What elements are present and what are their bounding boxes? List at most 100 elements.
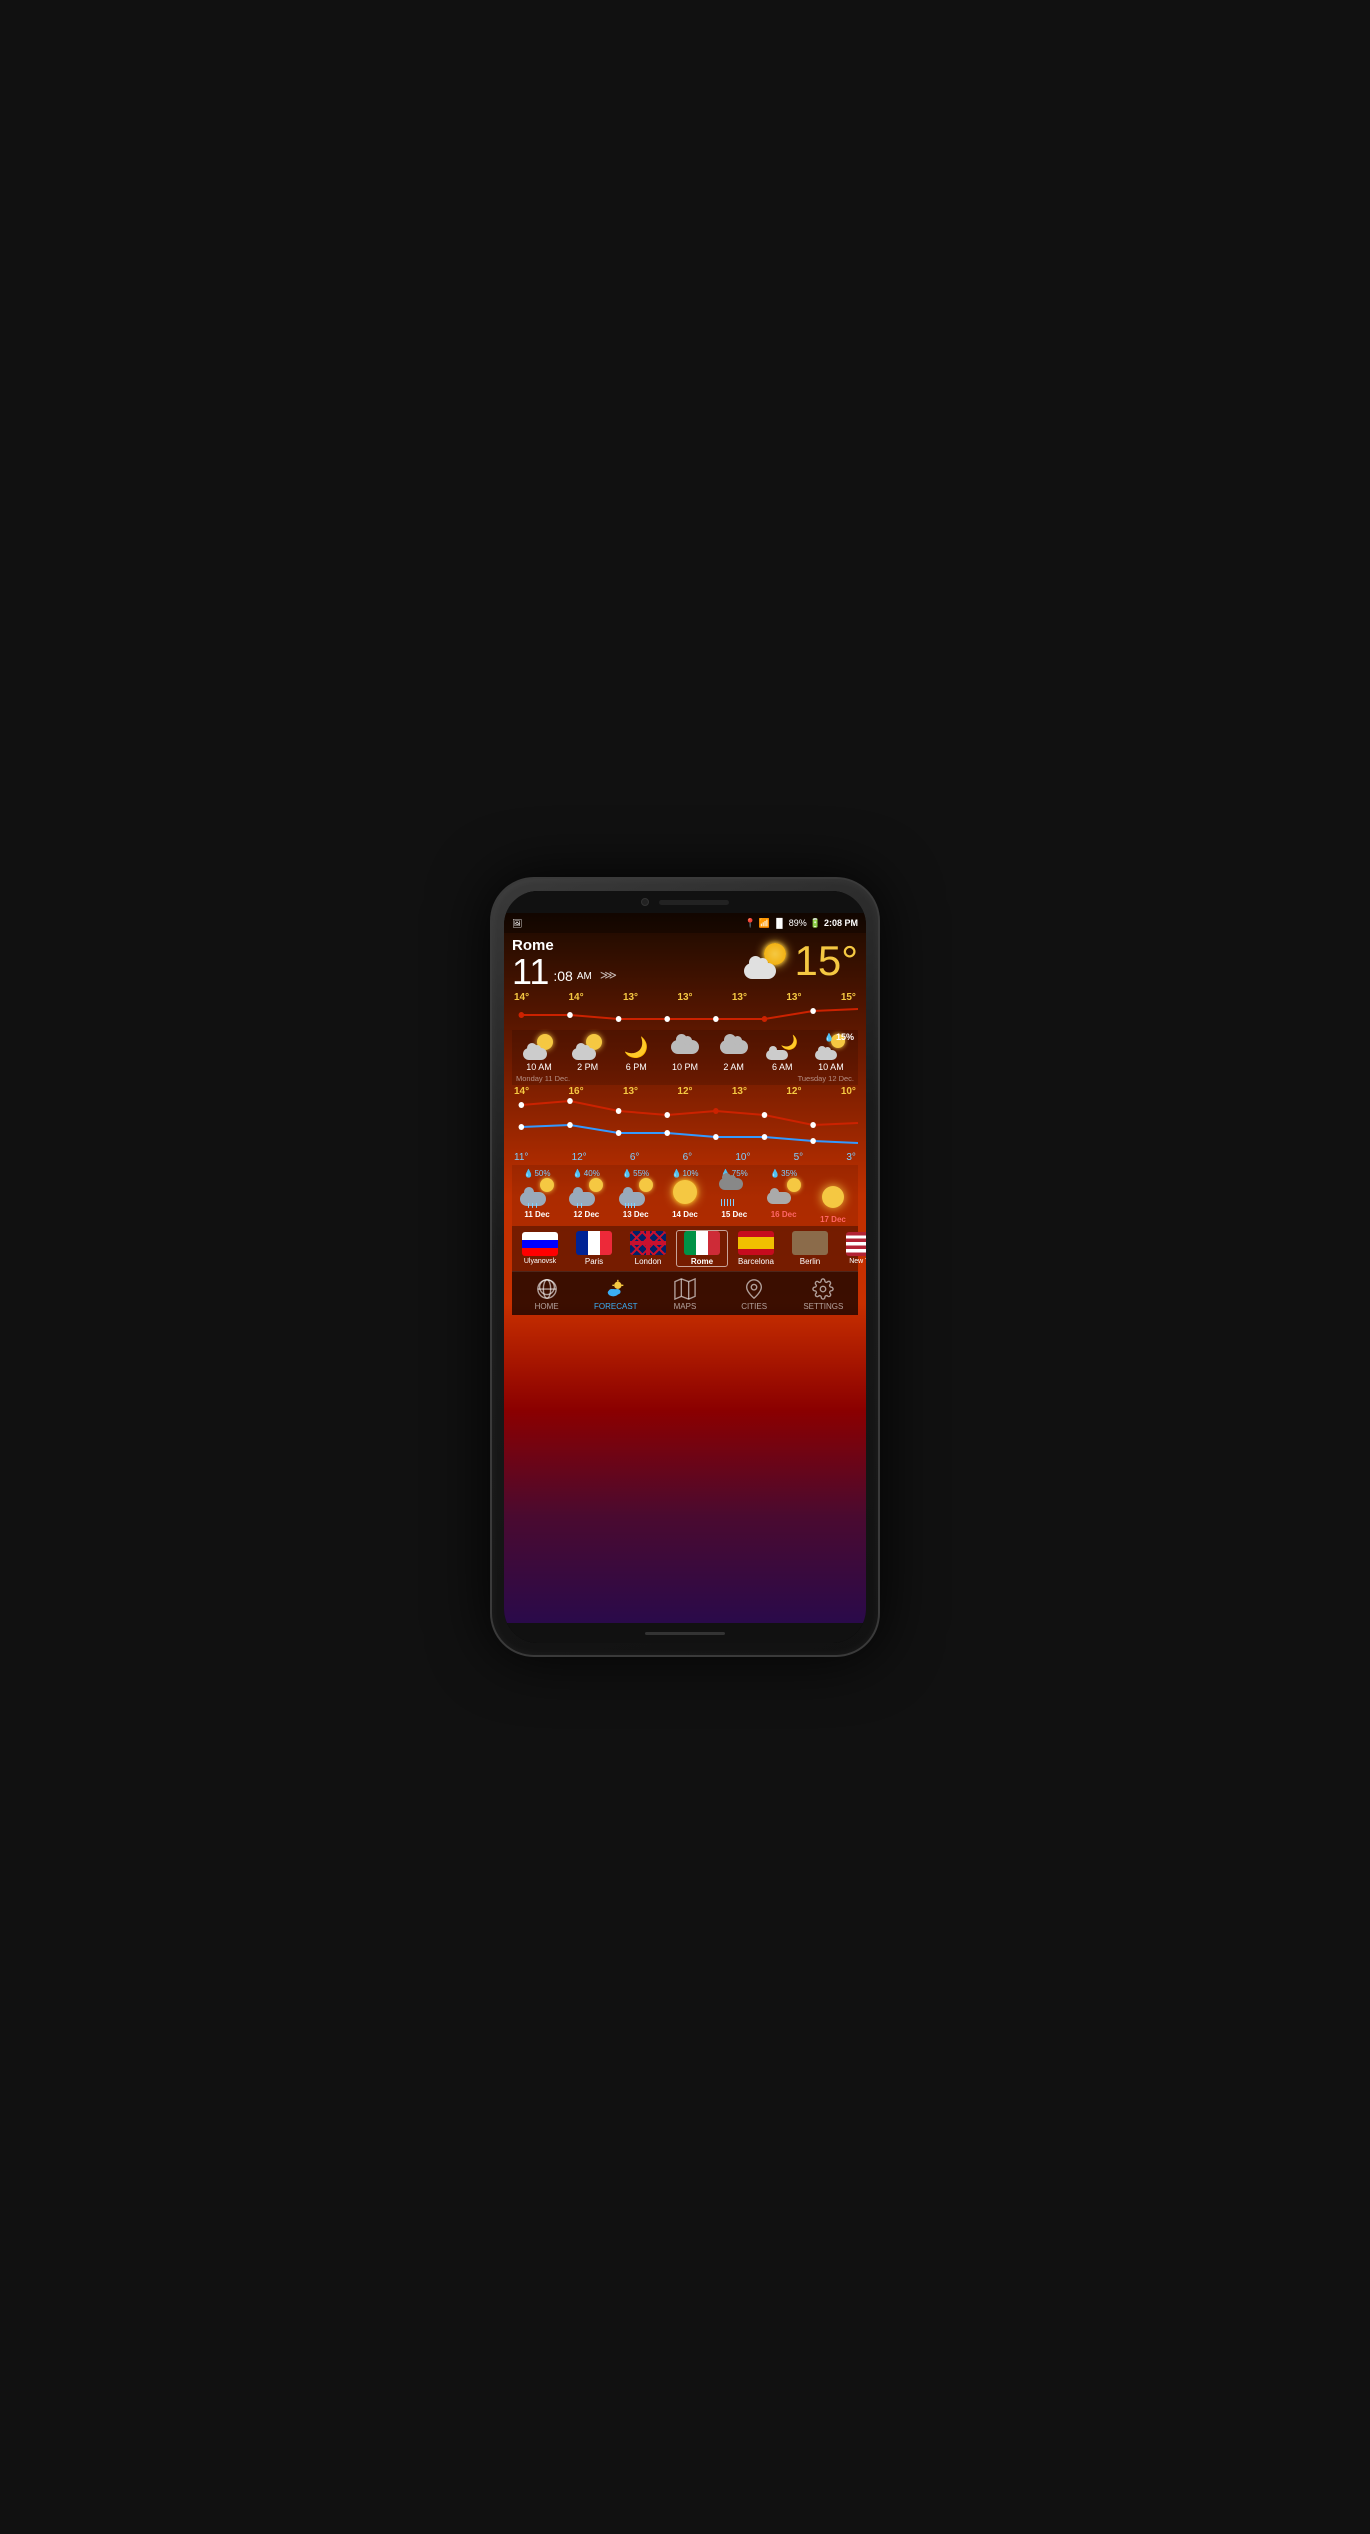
- city-label-ulyanovsk: Ulyanovsk: [524, 1258, 556, 1265]
- cloud-shape2: [720, 1040, 748, 1054]
- city-newyork[interactable]: New York: [838, 1232, 866, 1265]
- camera: [641, 898, 649, 906]
- city-time-section: Rome 11 :08 AM ⋙: [512, 937, 617, 990]
- rl3: [536, 1203, 537, 1208]
- cloud-15: [719, 1178, 743, 1190]
- cloud: [523, 1048, 547, 1060]
- rh2: [724, 1199, 725, 1206]
- uk-v: [646, 1231, 650, 1255]
- battery-icon: 🔋: [810, 918, 821, 929]
- date-13dec: 13 Dec: [623, 1210, 649, 1219]
- cloud: [572, 1048, 596, 1060]
- nav-cities[interactable]: CITIES: [728, 1278, 780, 1311]
- sun-d3: [639, 1178, 653, 1192]
- date-16dec: 16 Dec: [771, 1210, 797, 1219]
- cb5: [728, 1175, 736, 1183]
- rh4: [730, 1199, 731, 1206]
- icon-moon: 🌙: [620, 1034, 652, 1060]
- nav-forecast[interactable]: FORECAST: [590, 1278, 642, 1311]
- flag-france: [576, 1231, 612, 1255]
- city-berlin[interactable]: Berlin: [784, 1231, 836, 1266]
- cities-icon: [743, 1278, 765, 1300]
- phone-screen: 🖼 📍 📶 ▐▌ 89% 🔋 2:08 PM Rome: [504, 891, 866, 1643]
- rl8: [631, 1203, 632, 1208]
- city-paris[interactable]: Paris: [568, 1231, 620, 1266]
- dual-temp-graph: 14° 16° 13° 12° 13° 12° 10°: [512, 1086, 858, 1163]
- city-label-paris: Paris: [585, 1257, 603, 1266]
- home-indicator: [645, 1632, 725, 1635]
- time-row: 11 :08 AM ⋙: [512, 954, 617, 990]
- hourly-item-6pm: 🌙 6 PM: [613, 1034, 659, 1072]
- wifi-icon: 📶: [759, 918, 770, 929]
- flag-berlin: [792, 1231, 828, 1255]
- cloud-bump2: [582, 1045, 590, 1053]
- rl2: [532, 1203, 533, 1208]
- rain-heavy: [721, 1199, 734, 1206]
- rl5: [581, 1203, 582, 1208]
- rl6: [625, 1203, 626, 1208]
- status-left: 🖼: [512, 919, 522, 928]
- daily-16dec: 💧 35% 16 Dec: [761, 1169, 807, 1219]
- day-labels-row: Monday 11 Dec. Tuesday 12 Dec.: [512, 1074, 858, 1083]
- nav-maps[interactable]: MAPS: [659, 1278, 711, 1311]
- share-icon[interactable]: ⋙: [600, 968, 617, 982]
- status-time: 2:08 PM: [824, 918, 858, 928]
- icon-cloud-2am: [718, 1034, 750, 1060]
- city-label-barcelona: Barcelona: [738, 1257, 774, 1266]
- icon-sun-cloud-2: [572, 1034, 604, 1060]
- current-weather-icon: [744, 941, 790, 981]
- cloud-16: [767, 1192, 791, 1204]
- flag-spain: [738, 1231, 774, 1255]
- icon-11dec: [520, 1178, 554, 1206]
- city-label-rome: Rome: [691, 1257, 713, 1266]
- date-15dec: 15 Dec: [721, 1210, 747, 1219]
- rain-pct-11dec: 💧 50%: [524, 1169, 551, 1178]
- current-weather-section: 15°: [744, 937, 858, 985]
- high-temp-row2: 14° 16° 13° 12° 13° 12° 10°: [512, 1086, 858, 1097]
- icon-13dec: [619, 1178, 653, 1206]
- city-london[interactable]: London: [622, 1231, 674, 1266]
- icon-moon-cloud: 🌙: [766, 1034, 798, 1060]
- rl1: [528, 1203, 529, 1208]
- city-label-newyork: New York: [849, 1258, 866, 1265]
- time-ampm: AM: [577, 971, 592, 982]
- low-temp-row: 11° 12° 6° 6° 10° 5° 3°: [512, 1152, 858, 1163]
- nav-settings[interactable]: SETTINGS: [797, 1278, 849, 1311]
- cloud-bump2: [757, 958, 768, 969]
- rl7: [628, 1203, 629, 1208]
- icon-15dec: [717, 1178, 751, 1206]
- phone-frame: 🖼 📍 📶 ▐▌ 89% 🔋 2:08 PM Rome: [490, 877, 880, 1657]
- date-11dec: 11 Dec: [524, 1210, 549, 1219]
- icon-12dec: [569, 1178, 603, 1206]
- phone-bottom: [504, 1623, 866, 1643]
- cb1: [524, 1187, 534, 1197]
- city-rome[interactable]: Rome: [676, 1230, 728, 1267]
- time-hour: 11: [512, 954, 549, 990]
- sun-16: [787, 1178, 801, 1192]
- city-list-row: Ulyanovsk Paris London: [512, 1226, 858, 1271]
- cloud-d2: [569, 1192, 595, 1206]
- icon-sun-cloud: [523, 1034, 555, 1060]
- nav-cities-label: CITIES: [741, 1302, 767, 1311]
- nav-home[interactable]: HOME: [521, 1278, 573, 1311]
- city-barcelona[interactable]: Barcelona: [730, 1231, 782, 1266]
- city-label-berlin: Berlin: [800, 1257, 820, 1266]
- sun-14: [673, 1180, 697, 1204]
- rh3: [727, 1199, 728, 1206]
- maps-icon: [674, 1278, 696, 1300]
- rh5: [733, 1199, 734, 1206]
- speaker: [659, 900, 729, 905]
- hourly-section: 💧 15%: [512, 1030, 858, 1085]
- date-12dec: 12 Dec: [573, 1210, 599, 1219]
- hourly-item-10pm: 10 PM: [662, 1034, 708, 1072]
- daily-11dec: 💧 50%: [514, 1169, 560, 1219]
- cb3: [623, 1187, 633, 1197]
- daily-12dec: 💧 40% 12: [563, 1169, 609, 1219]
- location-icon: 📍: [745, 918, 756, 929]
- daily-forecast-section: 💧 50%: [512, 1165, 858, 1226]
- cloud-b4: [733, 1036, 742, 1045]
- flag-usa: [846, 1232, 866, 1256]
- city-ulyanovsk[interactable]: Ulyanovsk: [514, 1232, 566, 1265]
- rain-lines: [528, 1203, 537, 1208]
- current-top-row: Rome 11 :08 AM ⋙: [512, 937, 858, 990]
